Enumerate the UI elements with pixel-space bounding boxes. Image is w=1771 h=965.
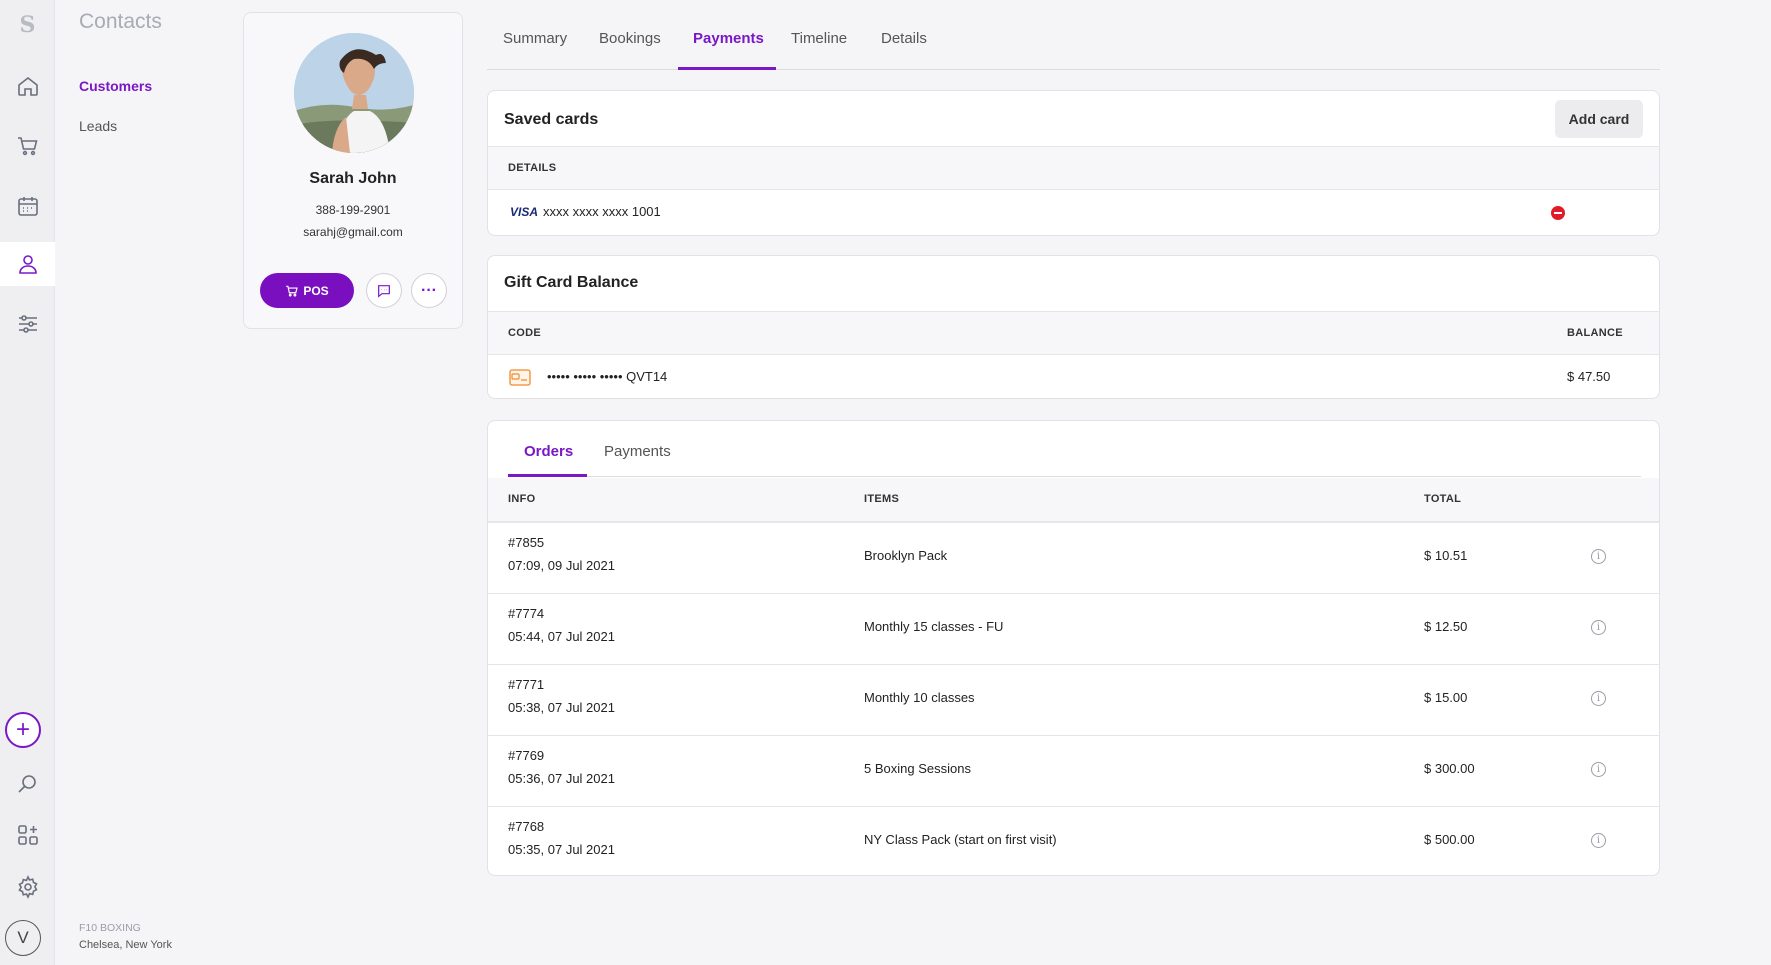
subnav-item-customers[interactable]: Customers [79,78,152,94]
order-total: $ 15.00 [1424,690,1468,705]
order-id: #7774 [508,606,545,621]
active-tab-indicator [678,67,776,70]
order-date: 05:36, 07 Jul 2021 [508,771,615,786]
visa-icon: VISA [510,205,539,219]
order-items: Brooklyn Pack [864,548,948,563]
customer-phone: 388-199-2901 [315,203,391,217]
order-id: #7769 [508,748,545,763]
gift-card-balance: $ 47.50 [1567,369,1611,384]
tab-summary[interactable]: Summary [503,30,567,47]
order-items: Monthly 15 classes - FU [864,619,1004,634]
card-number: xxxx xxxx xxxx 1001 [543,204,661,219]
business-name: F10 BOXING [79,922,141,934]
balance-column-header: BALANCE [1567,327,1623,339]
account-avatar[interactable]: V [5,920,41,956]
order-items: NY Class Pack (start on first visit) [864,832,1057,847]
gift-card-code: ••••• ••••• ••••• QVT14 [547,369,668,384]
customer-tabs: Summary Bookings Payments Timeline Detai… [487,0,1660,70]
table-row[interactable]: #7769 05:36, 07 Jul 2021 5 Boxing Sessio… [488,735,1659,806]
tab-order-payments[interactable]: Payments [604,443,671,460]
remove-card-icon[interactable] [1551,206,1565,220]
more-options-button[interactable]: ··· [411,273,447,308]
home-icon[interactable] [0,64,55,108]
info-icon[interactable]: i [1591,833,1606,848]
message-button[interactable] [366,273,402,308]
customer-profile-card: Sarah John 388-199-2901 sarahj@gmail.com… [243,12,463,329]
tab-details[interactable]: Details [881,30,927,47]
order-date: 05:44, 07 Jul 2021 [508,629,615,644]
code-column-header: CODE [508,327,541,339]
saved-cards-panel: Saved cards Add card DETAILS VISA xxxx x… [487,90,1660,236]
order-total: $ 500.00 [1424,832,1475,847]
gear-icon[interactable] [0,865,55,909]
pos-button[interactable]: POS [260,273,354,308]
customer-photo [294,33,414,153]
plus-icon[interactable]: + [5,712,41,748]
left-rail: S + V [0,0,55,965]
cart-icon [286,285,299,296]
total-column-header: TOTAL [1424,493,1462,505]
orders-panel: Orders Payments INFO ITEMS TOTAL #7855 0… [487,420,1660,876]
saved-cards-title: Saved cards [504,111,599,128]
tab-payments[interactable]: Payments [693,30,764,47]
info-icon[interactable]: i [1591,762,1606,777]
gift-card-title: Gift Card Balance [504,274,639,291]
order-id: #7771 [508,677,545,692]
business-location: Chelsea, New York [79,939,172,951]
tab-timeline[interactable]: Timeline [791,30,847,47]
tab-orders[interactable]: Orders [524,443,573,460]
details-column-header: DETAILS [508,162,557,174]
more-icon: ··· [421,281,437,299]
table-row[interactable]: #7768 05:35, 07 Jul 2021 NY Class Pack (… [488,806,1659,875]
user-icon[interactable] [0,242,55,286]
saved-card-row: VISA xxxx xxxx xxxx 1001 [488,190,1659,235]
order-items: Monthly 10 classes [864,690,975,705]
add-card-button[interactable]: Add card [1555,100,1643,138]
tab-bookings[interactable]: Bookings [599,30,661,47]
saved-cards-header: DETAILS [488,146,1659,190]
order-date: 05:38, 07 Jul 2021 [508,700,615,715]
info-icon[interactable]: i [1591,620,1606,635]
order-id: #7855 [508,535,545,550]
chat-icon [378,284,390,298]
items-column-header: ITEMS [864,493,900,505]
info-icon[interactable]: i [1591,691,1606,706]
gift-card-icon [509,369,531,386]
apps-icon[interactable] [0,813,55,857]
info-column-header: INFO [508,493,536,505]
order-id: #7768 [508,819,545,834]
contacts-subnav: Contacts Customers Leads F10 BOXING Chel… [55,0,240,965]
section-title: Contacts [79,10,162,33]
sliders-icon[interactable] [0,302,55,346]
gift-card-header: CODE BALANCE [488,311,1659,355]
calendar-icon[interactable] [0,184,55,228]
order-total: $ 10.51 [1424,548,1468,563]
app-logo[interactable]: S [0,8,55,42]
subnav-item-leads[interactable]: Leads [79,118,117,134]
customer-name: Sarah John [309,170,397,187]
info-icon[interactable]: i [1591,549,1606,564]
cart-icon[interactable] [0,124,55,168]
order-date: 05:35, 07 Jul 2021 [508,842,615,857]
order-date: 07:09, 09 Jul 2021 [508,558,615,573]
gift-card-panel: Gift Card Balance CODE BALANCE ••••• •••… [487,255,1660,399]
table-row[interactable]: #7771 05:38, 07 Jul 2021 Monthly 10 clas… [488,664,1659,735]
table-row[interactable]: #7774 05:44, 07 Jul 2021 Monthly 15 clas… [488,593,1659,664]
active-orders-tab-indicator [508,474,587,477]
table-row[interactable]: #7855 07:09, 09 Jul 2021 Brooklyn Pack $… [488,522,1659,593]
order-total: $ 12.50 [1424,619,1468,634]
pos-button-label: POS [303,283,329,298]
orders-header: INFO ITEMS TOTAL [488,478,1659,522]
gift-card-row: ••••• ••••• ••••• QVT14 $ 47.50 [488,355,1659,398]
order-total: $ 300.00 [1424,761,1475,776]
search-icon[interactable] [0,762,55,806]
order-items: 5 Boxing Sessions [864,761,971,776]
orders-tab-divider [508,476,1641,477]
customer-email: sarahj@gmail.com [303,225,403,239]
